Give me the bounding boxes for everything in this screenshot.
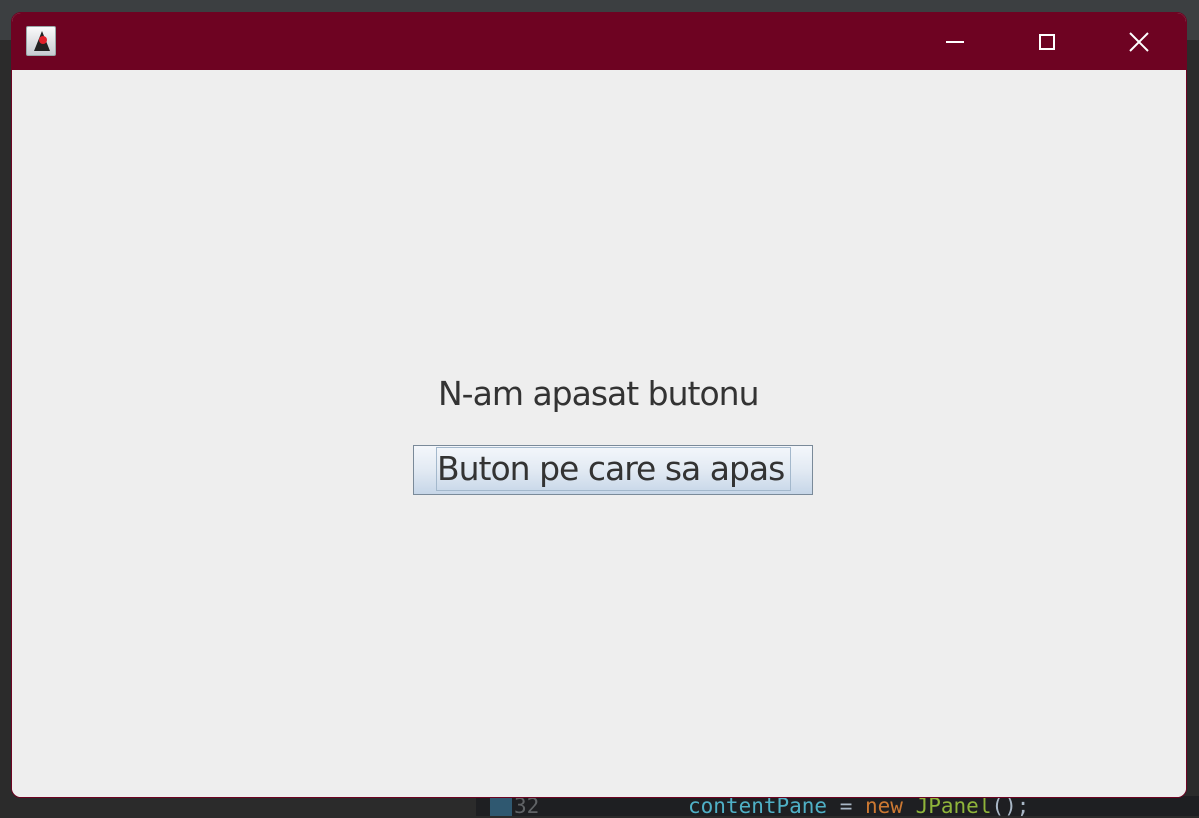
close-button[interactable]: [1116, 13, 1162, 70]
title-bar[interactable]: [12, 13, 1186, 70]
press-button-label: Buton pe care sa apas: [437, 449, 785, 488]
ide-gutter-marker: [490, 796, 512, 816]
java-duke-icon[interactable]: [26, 26, 56, 56]
minimize-icon: [946, 40, 964, 43]
status-label: N-am apasat butonu: [438, 374, 760, 413]
close-icon: [1129, 31, 1149, 52]
ide-code-line: 32 contentPane = new JPanel();: [476, 794, 1199, 818]
minimize-button[interactable]: [932, 13, 978, 70]
press-button[interactable]: Buton pe care sa apas: [413, 445, 813, 495]
maximize-button[interactable]: [1024, 13, 1070, 70]
app-window: N-am apasat butonu Buton pe care sa apas: [11, 12, 1187, 798]
maximize-icon: [1039, 33, 1055, 50]
content-pane: N-am apasat butonu Buton pe care sa apas: [12, 70, 1186, 797]
